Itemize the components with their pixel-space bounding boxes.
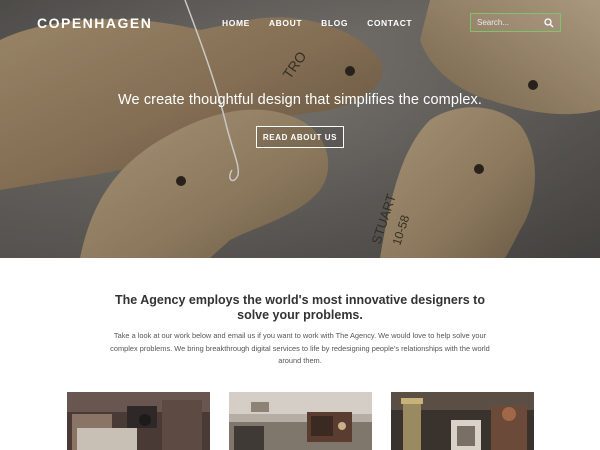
search-input[interactable] <box>471 18 541 27</box>
portfolio-thumbnail[interactable] <box>229 392 372 450</box>
portfolio-thumbnail[interactable] <box>391 392 534 450</box>
nav-item-home[interactable]: HOME <box>222 18 250 28</box>
portfolio-image-sewing-room <box>67 392 210 450</box>
portfolio-image-lantern <box>391 392 534 450</box>
intro-headline: The Agency employs the world's most inno… <box>115 293 485 322</box>
nav-item-about[interactable]: ABOUT <box>269 18 302 28</box>
nav-item-contact[interactable]: CONTACT <box>367 18 412 28</box>
site-logo[interactable]: COPENHAGEN <box>37 15 152 31</box>
portfolio-thumbnail[interactable] <box>67 392 210 450</box>
main-nav: HOME ABOUT BLOG CONTACT <box>222 18 431 28</box>
hero-banner: TRO STUART 10-58 COPENHAGEN HOME ABOUT B… <box>0 0 600 258</box>
portfolio-image-radio <box>229 392 372 450</box>
intro-body: Take a look at our work below and email … <box>110 331 490 365</box>
nav-item-blog[interactable]: BLOG <box>321 18 348 28</box>
read-about-us-button[interactable]: READ ABOUT US <box>256 126 344 148</box>
search-icon[interactable] <box>544 18 554 28</box>
hero-tagline: We create thoughtful design that simplif… <box>118 92 482 108</box>
search-box <box>470 13 561 32</box>
